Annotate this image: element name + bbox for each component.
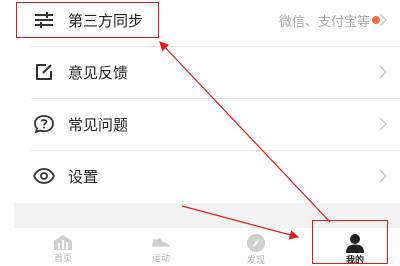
tab-label: 发现 <box>246 256 265 266</box>
bottom-tab-bar: 首页 运动 发现 我的 <box>0 228 400 266</box>
tab-label: 我的 <box>345 256 364 266</box>
eye-icon <box>31 163 57 189</box>
menu-item-label: 常见问题 <box>68 115 129 134</box>
question-bubble-icon <box>31 111 57 137</box>
sync-targets-text: 微信、支付宝等 <box>278 14 370 30</box>
tab-home[interactable]: 首页 <box>33 228 93 264</box>
chevron-right-icon <box>378 114 388 134</box>
tab-sport[interactable]: 运动 <box>131 228 191 264</box>
menu-item-label: 意见反馈 <box>68 63 129 82</box>
chevron-right-icon <box>378 166 388 186</box>
user-icon <box>344 233 366 253</box>
chevron-right-icon <box>378 10 388 30</box>
tab-discover[interactable]: 发现 <box>226 228 286 266</box>
tab-label: 首页 <box>53 254 72 264</box>
menu-item-third-party-sync[interactable]: 第三方同步 微信、支付宝等 <box>0 0 400 46</box>
home-chart-icon <box>52 233 74 251</box>
shoe-icon <box>150 233 172 251</box>
compass-icon <box>245 233 267 253</box>
sliders-icon <box>31 7 57 33</box>
menu-item-settings[interactable]: 设置 <box>0 150 400 202</box>
menu-item-faq[interactable]: 常见问题 <box>0 98 400 150</box>
tab-label: 运动 <box>151 254 170 264</box>
chevron-right-icon <box>378 62 388 82</box>
menu-item-feedback[interactable]: 意见反馈 <box>0 46 400 98</box>
section-spacer <box>14 203 400 228</box>
menu-item-label: 设置 <box>68 167 99 186</box>
tab-mine[interactable]: 我的 <box>325 228 385 266</box>
edit-square-icon <box>31 59 57 85</box>
menu-item-label: 第三方同步 <box>68 11 144 30</box>
